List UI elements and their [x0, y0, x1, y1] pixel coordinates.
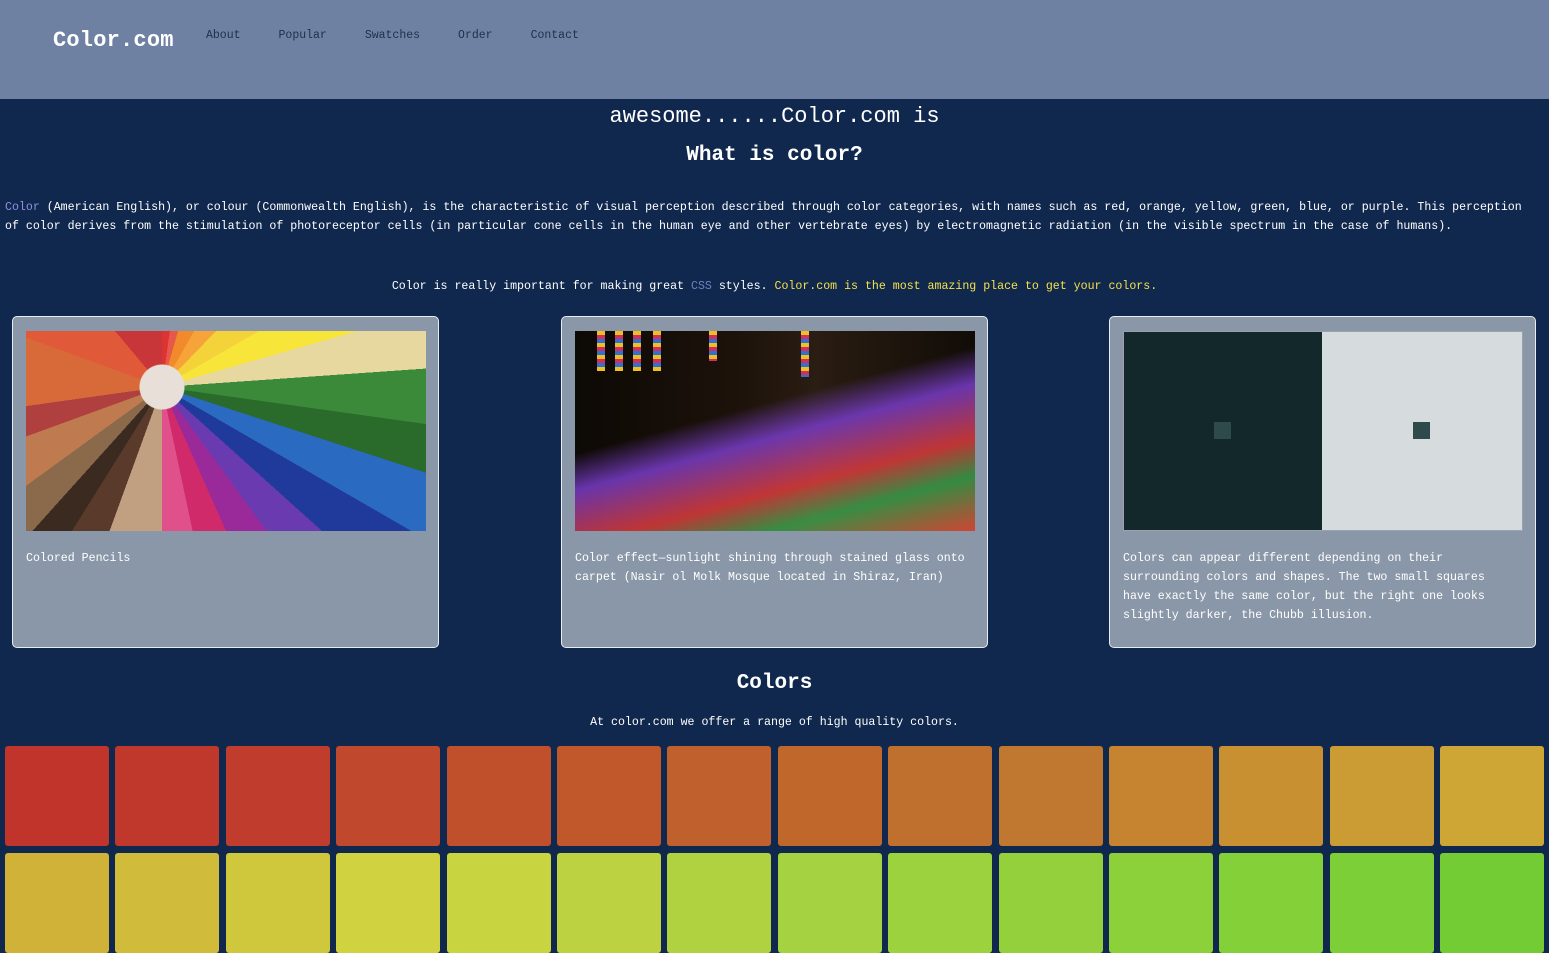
color-swatch[interactable]: [667, 853, 771, 953]
nav-swatches[interactable]: Swatches: [365, 29, 420, 42]
top-navbar: Color.com About Popular Swatches Order C…: [0, 0, 1549, 99]
color-swatch[interactable]: [336, 746, 440, 846]
color-swatch[interactable]: [1219, 853, 1323, 953]
card-caption: Colored Pencils: [26, 552, 131, 565]
color-swatch[interactable]: [5, 746, 109, 846]
color-swatch[interactable]: [336, 853, 440, 953]
color-swatch[interactable]: [999, 853, 1103, 953]
color-swatch[interactable]: [115, 746, 219, 846]
color-swatch[interactable]: [226, 853, 330, 953]
card-colored-pencils: Colored Pencils: [12, 316, 439, 648]
nav-about[interactable]: About: [206, 29, 241, 42]
color-swatch[interactable]: [999, 746, 1103, 846]
nav-popular[interactable]: Popular: [279, 29, 327, 42]
color-swatch[interactable]: [1440, 746, 1544, 846]
color-swatch[interactable]: [1109, 746, 1213, 846]
color-swatch[interactable]: [888, 853, 992, 953]
card-caption: Colors can appear different depending on…: [1123, 552, 1485, 622]
window-glass-decoration: [653, 331, 661, 371]
color-swatch[interactable]: [447, 853, 551, 953]
left-test-square: [1214, 422, 1231, 439]
importance-text-before: Color is really important for making gre…: [391, 280, 691, 293]
color-swatch[interactable]: [5, 853, 109, 953]
nav-contact[interactable]: Contact: [531, 29, 579, 42]
stained-glass-carpet-image: [575, 331, 975, 531]
card-chubb-illusion: Colors can appear different depending on…: [1109, 316, 1536, 648]
color-swatch[interactable]: [1109, 853, 1213, 953]
color-swatch[interactable]: [1219, 746, 1323, 846]
intro-paragraph: Color (American English), or colour (Com…: [5, 199, 1535, 236]
color-swatch[interactable]: [557, 746, 661, 846]
color-swatch[interactable]: [667, 746, 771, 846]
colors-heading: Colors: [736, 672, 813, 695]
window-glass-decoration: [801, 331, 809, 377]
css-link[interactable]: CSS: [691, 280, 712, 293]
card-stained-glass: Color effect—sunlight shining through st…: [561, 316, 988, 648]
colors-subtitle: At color.com we offer a range of high qu…: [590, 716, 959, 729]
nav-order[interactable]: Order: [458, 29, 493, 42]
site-logo[interactable]: Color.com: [53, 28, 174, 53]
card-caption: Color effect—sunlight shining through st…: [575, 552, 965, 584]
color-swatch[interactable]: [888, 746, 992, 846]
window-glass-decoration: [597, 331, 605, 371]
color-swatch[interactable]: [778, 853, 882, 953]
intro-text: (American English), or colour (Commonwea…: [5, 201, 1522, 233]
colored-pencils-image: [26, 331, 426, 531]
window-glass-decoration: [633, 331, 641, 371]
importance-text-after: styles.: [711, 280, 775, 293]
page-heading: What is color?: [686, 144, 863, 167]
importance-line: Color is really important for making gre…: [0, 280, 1549, 293]
promo-text: Color.com is the most amazing place to g…: [774, 280, 1158, 293]
color-swatch[interactable]: [447, 746, 551, 846]
right-test-square: [1413, 422, 1430, 439]
window-glass-decoration: [615, 331, 623, 371]
tagline: awesome......Color.com is: [609, 104, 940, 129]
color-swatch[interactable]: [1440, 853, 1544, 953]
color-link[interactable]: Color: [5, 201, 40, 214]
color-swatch[interactable]: [115, 853, 219, 953]
chubb-illusion-image: [1123, 331, 1523, 531]
color-swatch[interactable]: [1330, 853, 1434, 953]
main-nav: About Popular Swatches Order Contact: [206, 29, 617, 42]
color-swatch[interactable]: [226, 746, 330, 846]
color-swatch[interactable]: [778, 746, 882, 846]
color-swatch[interactable]: [1330, 746, 1434, 846]
window-glass-decoration: [709, 331, 717, 361]
color-swatch[interactable]: [557, 853, 661, 953]
